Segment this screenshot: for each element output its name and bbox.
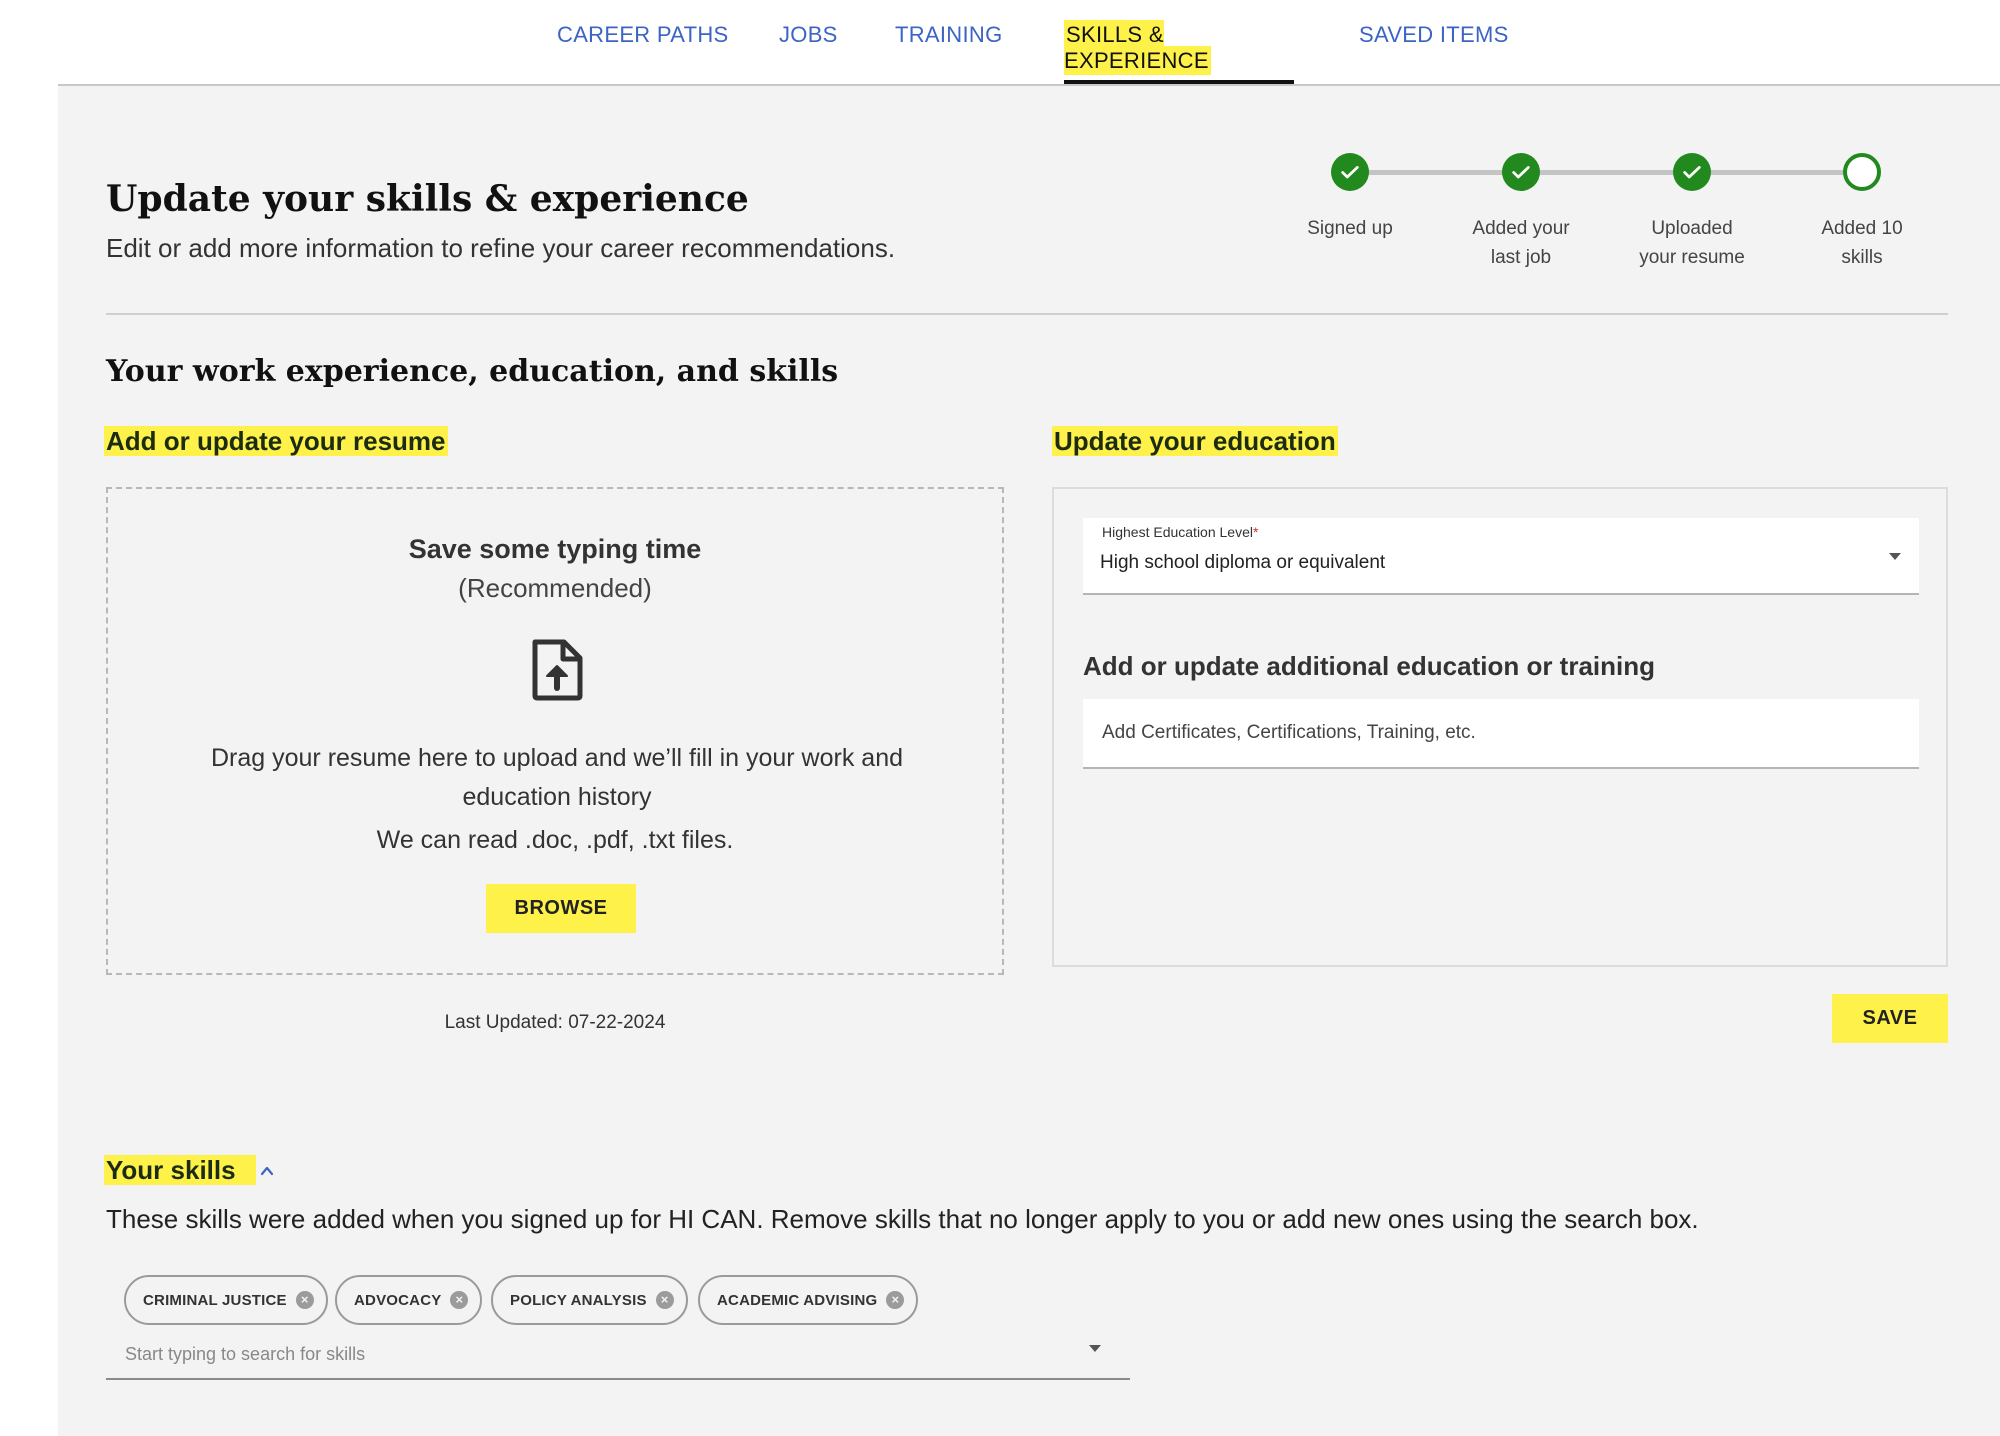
skills-heading-text: Your skills: [104, 1155, 256, 1185]
page-title: Update your skills & experience: [106, 178, 749, 220]
section-divider: [106, 313, 1948, 315]
tab-label: SKILLS & EXPERIENCE: [1064, 20, 1211, 75]
browse-button[interactable]: BROWSE: [486, 884, 636, 933]
tab-saved-items[interactable]: SAVED ITEMS: [1357, 22, 1511, 85]
step-label-line: your resume: [1639, 247, 1745, 268]
top-navigation: CAREER PATHS JOBS TRAINING SKILLS & EXPE…: [0, 0, 2000, 85]
tab-jobs[interactable]: JOBS: [777, 22, 840, 85]
step-label: Uploaded your resume: [1617, 214, 1767, 272]
education-level-value: High school diploma or equivalent: [1100, 552, 1386, 573]
additional-education-title: Add or update additional education or tr…: [1083, 651, 1655, 681]
additional-education-input[interactable]: [1083, 699, 1919, 769]
step-4-incomplete-icon: [1843, 153, 1881, 191]
step-label-line: Added 10: [1821, 218, 1903, 239]
checkmark-icon: [1341, 166, 1359, 179]
resume-heading: Add or update your resume: [104, 426, 448, 457]
checkmark-icon: [1683, 166, 1701, 179]
step-label-line: Signed up: [1307, 218, 1393, 239]
tab-label: SAVED ITEMS: [1359, 22, 1509, 47]
step-label-line: Uploaded: [1651, 218, 1733, 239]
section-title: Your work experience, education, and ski…: [106, 354, 839, 389]
skill-chip: POLICY ANALYSIS ×: [491, 1275, 688, 1325]
file-upload-icon: [532, 639, 583, 701]
step-label: Added 10 skills: [1787, 214, 1937, 272]
save-button[interactable]: SAVE: [1832, 994, 1948, 1043]
resume-dropzone[interactable]: Save some typing time (Recommended) Drag…: [106, 487, 1004, 975]
resume-heading-text: Add or update your resume: [104, 426, 448, 456]
skill-chip-label: CRIMINAL JUSTICE: [143, 1291, 287, 1309]
skill-chip-label: ADVOCACY: [354, 1291, 442, 1309]
remove-skill-icon[interactable]: ×: [295, 1291, 314, 1309]
dropzone-title: Save some typing time: [408, 534, 702, 564]
skills-heading: Your skills: [104, 1155, 256, 1186]
chevron-down-icon: [1889, 553, 1901, 560]
step-label-line: Added your: [1472, 218, 1570, 239]
step-label: Added your last job: [1446, 214, 1596, 272]
page-subtitle: Edit or add more information to refine y…: [106, 233, 896, 263]
skill-chip: CRIMINAL JUSTICE ×: [124, 1275, 328, 1325]
chevron-up-icon[interactable]: [260, 1164, 274, 1178]
required-marker: *: [1253, 524, 1259, 540]
education-level-select[interactable]: Highest Education Level* High school dip…: [1083, 518, 1919, 595]
resume-last-updated: Last Updated: 07-22-2024: [444, 1012, 666, 1033]
education-heading: Update your education: [1052, 426, 1338, 457]
step-2-complete-icon: [1502, 153, 1540, 191]
education-level-label: Highest Education Level*: [1102, 524, 1258, 540]
step-label-line: skills: [1841, 247, 1883, 268]
tab-training[interactable]: TRAINING: [893, 22, 1005, 85]
remove-skill-icon[interactable]: ×: [886, 1291, 905, 1309]
tab-skills-experience[interactable]: SKILLS & EXPERIENCE: [1064, 20, 1294, 85]
skill-chip: ACADEMIC ADVISING ×: [698, 1275, 919, 1325]
step-1-complete-icon: [1331, 153, 1369, 191]
step-label: Signed up: [1275, 214, 1425, 243]
tab-label: TRAINING: [895, 22, 1003, 47]
chevron-down-icon[interactable]: [1089, 1345, 1101, 1352]
skill-search-input[interactable]: [106, 1330, 1130, 1380]
dropzone-instructions: Drag your resume here to upload and we’l…: [210, 744, 904, 811]
tab-label: CAREER PATHS: [557, 22, 729, 47]
remove-skill-icon[interactable]: ×: [655, 1291, 674, 1309]
step-3-complete-icon: [1673, 153, 1711, 191]
dropzone-formats: We can read .doc, .pdf, .txt files.: [376, 826, 734, 854]
main-content: Update your skills & experience Edit or …: [58, 86, 2000, 1436]
education-heading-text: Update your education: [1052, 426, 1338, 456]
skills-description: These skills were added when you signed …: [106, 1204, 1699, 1234]
skill-chip-label: ACADEMIC ADVISING: [717, 1291, 878, 1309]
checkmark-icon: [1512, 166, 1530, 179]
skill-chip-label: POLICY ANALYSIS: [510, 1291, 647, 1309]
stepper-line: [1350, 170, 1862, 175]
tab-label: JOBS: [779, 22, 838, 47]
dropzone-subtitle: (Recommended): [458, 573, 652, 603]
remove-skill-icon[interactable]: ×: [450, 1291, 469, 1309]
education-panel: Highest Education Level* High school dip…: [1052, 487, 1948, 967]
step-label-line: last job: [1490, 247, 1552, 268]
skill-chip: ADVOCACY ×: [335, 1275, 483, 1325]
tab-career-paths[interactable]: CAREER PATHS: [555, 22, 730, 85]
education-level-label-text: Highest Education Level: [1102, 524, 1253, 540]
